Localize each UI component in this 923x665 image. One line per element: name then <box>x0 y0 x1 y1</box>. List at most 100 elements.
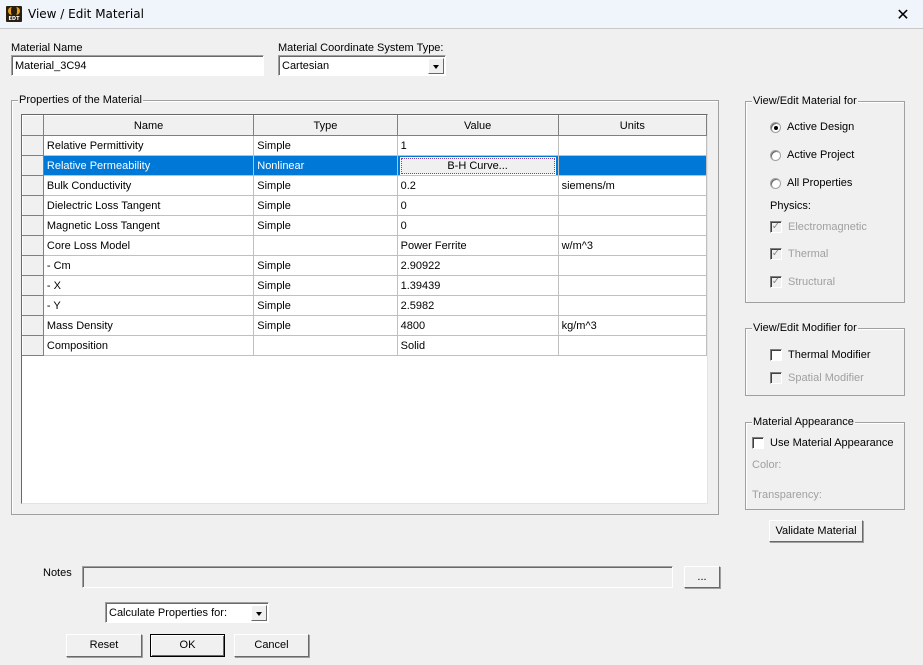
cell-value[interactable]: Power Ferrite <box>396 235 559 256</box>
cell-type[interactable]: Simple <box>253 275 398 296</box>
cell-name[interactable]: Composition <box>42 335 255 356</box>
ok-button[interactable]: OK <box>150 634 225 657</box>
cell-name[interactable]: Relative Permittivity <box>42 135 255 156</box>
validate-material-button[interactable]: Validate Material <box>769 520 863 542</box>
row-header[interactable] <box>22 295 44 316</box>
checkbox-box[interactable] <box>752 437 764 449</box>
cell-value[interactable]: 0.2 <box>396 175 559 196</box>
cell-units[interactable] <box>557 335 708 356</box>
cell-name[interactable]: Bulk Conductivity <box>42 175 255 196</box>
cell-units[interactable] <box>557 155 708 176</box>
bh-curve-button[interactable]: B-H Curve... <box>399 156 556 175</box>
cell-type[interactable]: Simple <box>253 295 398 316</box>
reset-button[interactable]: Reset <box>66 634 142 657</box>
cell-units[interactable] <box>557 135 708 156</box>
cell-units[interactable] <box>557 255 708 276</box>
cell-type[interactable]: Nonlinear <box>253 155 398 176</box>
cell-value[interactable]: 2.90922 <box>396 255 559 276</box>
radio-dot-icon[interactable] <box>770 177 781 189</box>
row-header[interactable] <box>22 135 44 156</box>
cell-value[interactable]: Solid <box>396 335 559 356</box>
radio-dot-icon[interactable] <box>770 149 781 161</box>
chevron-down-icon[interactable] <box>251 604 267 621</box>
cell-units[interactable]: w/m^3 <box>557 235 708 256</box>
cell-name[interactable]: - X <box>42 275 255 296</box>
cell-units[interactable] <box>557 275 708 296</box>
cell-name[interactable]: - Cm <box>42 255 255 276</box>
chevron-down-icon[interactable] <box>428 57 444 74</box>
cell-value[interactable]: 1 <box>396 135 559 156</box>
cell-name[interactable]: Magnetic Loss Tangent <box>42 215 255 236</box>
cell-type[interactable]: Simple <box>253 195 398 216</box>
table-row[interactable]: Magnetic Loss Tangent Simple 0 <box>22 215 708 236</box>
table-row[interactable]: Bulk Conductivity Simple 0.2 siemens/m <box>22 175 708 196</box>
row-header[interactable] <box>22 335 44 356</box>
cell-name[interactable]: Mass Density <box>42 315 255 336</box>
cell-value[interactable]: B-H Curve... <box>396 155 559 176</box>
cell-name[interactable]: Dielectric Loss Tangent <box>42 195 255 216</box>
table-row[interactable]: Dielectric Loss Tangent Simple 0 <box>22 195 708 216</box>
table-row[interactable]: - Y Simple 2.5982 <box>22 295 708 316</box>
cell-units[interactable] <box>557 195 708 216</box>
cell-units[interactable] <box>557 215 708 236</box>
material-name-input[interactable] <box>11 55 264 76</box>
radio-active-design[interactable]: Active Design <box>770 121 854 133</box>
checkbox-label: Thermal Modifier <box>788 349 871 361</box>
checkbox-thermal[interactable]: ✓ Thermal <box>770 248 828 260</box>
table-row[interactable]: Core Loss Model Power Ferrite w/m^3 <box>22 235 708 256</box>
cancel-button[interactable]: Cancel <box>234 634 309 657</box>
table-row[interactable]: - Cm Simple 2.90922 <box>22 255 708 276</box>
column-header-value[interactable]: Value <box>396 115 559 136</box>
column-header-name[interactable]: Name <box>42 115 255 136</box>
radio-active-project[interactable]: Active Project <box>770 149 854 161</box>
table-row[interactable]: Relative Permittivity Simple 1 <box>22 135 708 156</box>
cell-type[interactable]: Simple <box>253 175 398 196</box>
cell-units[interactable]: kg/m^3 <box>557 315 708 336</box>
checkbox-use-material-appearance[interactable]: Use Material Appearance <box>752 437 894 449</box>
table-row[interactable]: Mass Density Simple 4800 kg/m^3 <box>22 315 708 336</box>
cell-name[interactable]: Core Loss Model <box>42 235 255 256</box>
cell-type[interactable]: Simple <box>253 315 398 336</box>
row-header[interactable] <box>22 235 44 256</box>
cell-name[interactable]: - Y <box>42 295 255 316</box>
checkbox-box[interactable] <box>770 349 782 361</box>
cell-name[interactable]: Relative Permeability <box>42 155 255 176</box>
row-header[interactable] <box>22 275 44 296</box>
cell-type[interactable]: Simple <box>253 215 398 236</box>
calculate-properties-select[interactable]: Calculate Properties for: <box>105 602 269 623</box>
cell-value[interactable]: 1.39439 <box>396 275 559 296</box>
cell-value[interactable]: 2.5982 <box>396 295 559 316</box>
cell-type[interactable]: Simple <box>253 255 398 276</box>
row-header[interactable] <box>22 215 44 236</box>
table-row[interactable]: Composition Solid <box>22 335 708 356</box>
row-header[interactable] <box>22 155 44 176</box>
row-header[interactable] <box>22 195 44 216</box>
column-header-units[interactable]: Units <box>557 115 708 136</box>
notes-browse-button[interactable]: ... <box>684 566 720 588</box>
cell-value[interactable]: 4800 <box>396 315 559 336</box>
cell-value[interactable]: 0 <box>396 195 559 216</box>
radio-dot-icon[interactable] <box>770 121 781 133</box>
checkbox-thermal-modifier[interactable]: Thermal Modifier <box>770 349 871 361</box>
close-icon[interactable]: ✕ <box>883 0 923 29</box>
radio-all-properties[interactable]: All Properties <box>770 177 852 189</box>
modifier-group-title: View/Edit Modifier for <box>752 322 858 334</box>
column-header-type[interactable]: Type <box>253 115 398 136</box>
cell-units[interactable] <box>557 295 708 316</box>
cell-units[interactable]: siemens/m <box>557 175 708 196</box>
row-header[interactable] <box>22 175 44 196</box>
checkbox-structural[interactable]: ✓ Structural <box>770 276 835 288</box>
row-header[interactable] <box>22 315 44 336</box>
table-row[interactable]: - X Simple 1.39439 <box>22 275 708 296</box>
properties-grid[interactable]: Name Type Value Units Relative Permittiv… <box>21 114 708 504</box>
checkbox-electromagnetic[interactable]: ✓ Electromagnetic <box>770 221 867 233</box>
cell-type[interactable] <box>253 235 398 256</box>
cell-value[interactable]: 0 <box>396 215 559 236</box>
notes-input[interactable] <box>82 566 673 588</box>
coord-system-select[interactable]: Cartesian <box>278 55 446 76</box>
table-row[interactable]: Relative Permeability Nonlinear B-H Curve.… <box>22 155 708 176</box>
checkbox-spatial-modifier[interactable]: Spatial Modifier <box>770 372 864 384</box>
cell-type[interactable]: Simple <box>253 135 398 156</box>
row-header[interactable] <box>22 255 44 276</box>
cell-type[interactable] <box>253 335 398 356</box>
